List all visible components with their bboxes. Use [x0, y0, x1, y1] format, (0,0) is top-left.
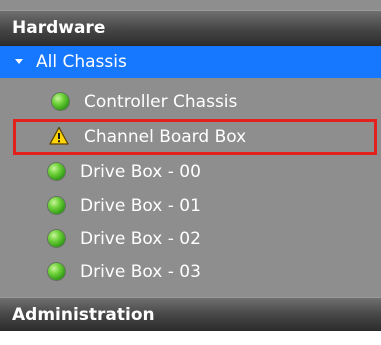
green-status-icon [48, 263, 65, 280]
tree-item-drive-box-01[interactable]: Drive Box - 01 [0, 190, 381, 222]
expand-caret-icon[interactable] [15, 59, 23, 64]
green-status-icon [48, 197, 65, 214]
selected-item-highlight [13, 119, 377, 155]
tree-item-label: Drive Box - 01 [80, 196, 201, 216]
all-chassis-label: All Chassis [36, 52, 127, 72]
tree-item-label: Controller Chassis [84, 92, 238, 112]
green-status-icon [52, 93, 69, 110]
tree-item-label: Drive Box - 02 [80, 229, 201, 249]
tree-item-drive-box-00[interactable]: Drive Box - 00 [0, 156, 381, 188]
tree-item-label: Drive Box - 00 [80, 162, 201, 182]
tree-item-controller-chassis[interactable]: Controller Chassis [0, 86, 381, 118]
tree-item-drive-box-03[interactable]: Drive Box - 03 [0, 256, 381, 288]
all-chassis-group[interactable]: All Chassis [0, 46, 381, 78]
green-status-icon [48, 163, 65, 180]
green-status-icon [48, 230, 65, 247]
tree-item-drive-box-02[interactable]: Drive Box - 02 [0, 223, 381, 255]
hardware-section-header[interactable]: Hardware [0, 10, 381, 46]
tree-item-label: Drive Box - 03 [80, 262, 201, 282]
administration-section-header[interactable]: Administration [0, 297, 381, 331]
navigation-panel: Hardware All Chassis Controller Chassis … [0, 0, 381, 331]
bottom-margin [0, 331, 381, 345]
window-frame: Hardware All Chassis Controller Chassis … [0, 0, 381, 345]
